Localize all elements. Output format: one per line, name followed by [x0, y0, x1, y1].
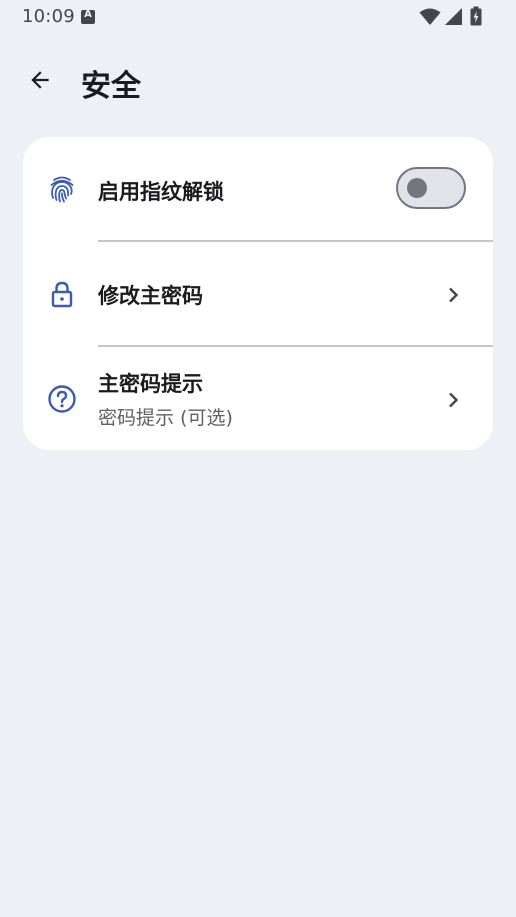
fingerprint-unlock-switch[interactable]: [396, 167, 466, 209]
a-icon: [81, 9, 95, 24]
master-password-hint-label: 主密码提示: [98, 372, 203, 396]
signal-icon: [445, 8, 462, 25]
chevron-right-icon: [449, 392, 459, 408]
change-master-password-row[interactable]: 修改主密码: [23, 242, 493, 345]
master-password-hint-subtitle: 密码提示 (可选): [98, 407, 233, 429]
fingerprint-unlock-row[interactable]: 启用指纹解锁: [23, 137, 493, 241]
change-master-password-label: 修改主密码: [98, 284, 203, 308]
arrow-back-icon: [31, 71, 49, 89]
page-title: 安全: [81, 69, 141, 104]
top-app-bar: 安全: [0, 52, 516, 112]
wifi-icon: [419, 8, 441, 25]
status-bar: 10:09: [0, 0, 516, 34]
switch-thumb: [407, 178, 427, 198]
security-settings-card: 启用指纹解锁 修改主密码 主密码提示 密码提示 (可选): [23, 137, 493, 450]
fingerprint-unlock-label: 启用指纹解锁: [98, 180, 224, 204]
help-circle-icon: [47, 384, 77, 414]
lock-icon: [47, 279, 77, 309]
status-time: 10:09: [22, 6, 75, 27]
master-password-hint-row[interactable]: 主密码提示 密码提示 (可选): [23, 347, 493, 450]
fingerprint-icon: [47, 174, 77, 204]
back-button[interactable]: [20, 60, 60, 100]
chevron-right-icon: [449, 287, 459, 303]
battery-charging-icon: [470, 6, 482, 26]
